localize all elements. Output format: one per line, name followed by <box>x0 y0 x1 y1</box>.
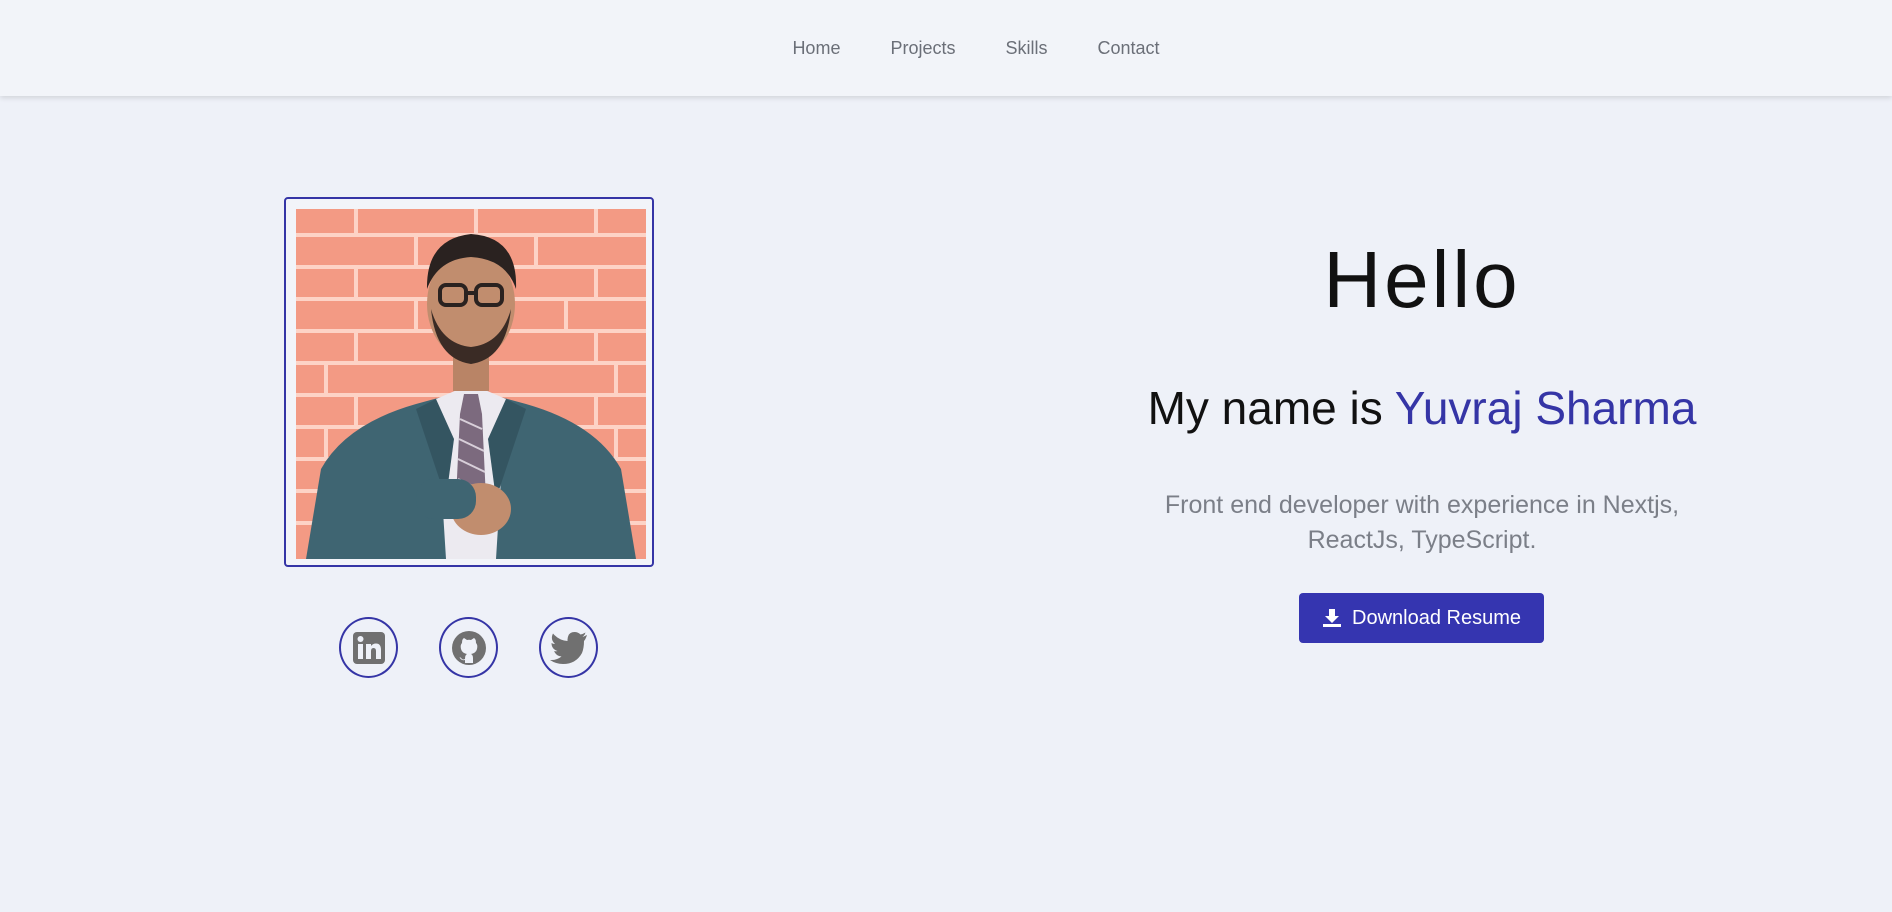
nav-contact[interactable]: Contact <box>1098 38 1160 59</box>
hero-description: Front end developer with experience in N… <box>1164 491 1680 554</box>
profile-photo <box>296 209 646 559</box>
social-links <box>339 617 598 678</box>
download-icon <box>1323 609 1341 627</box>
github-icon <box>451 630 486 665</box>
top-navbar: Home Projects Skills Contact <box>0 0 1892 96</box>
download-resume-button[interactable]: Download Resume <box>1299 593 1544 643</box>
twitter-icon <box>549 631 587 664</box>
greeting-heading: Hello <box>1323 235 1521 324</box>
linkedin-button[interactable] <box>339 617 398 678</box>
name-highlight: Yuvraj Sharma <box>1394 382 1697 434</box>
nav-home[interactable]: Home <box>792 38 840 59</box>
nav-projects[interactable]: Projects <box>890 38 955 59</box>
name-prefix: My name is <box>1147 382 1383 434</box>
hero-section: Hello My name is Yuvraj Sharma Front end… <box>1062 220 1782 558</box>
twitter-button[interactable] <box>539 617 598 678</box>
name-heading: My name is Yuvraj Sharma <box>1062 380 1782 436</box>
profile-photo-frame <box>284 197 654 567</box>
download-resume-label: Download Resume <box>1352 606 1521 629</box>
nav-skills[interactable]: Skills <box>1005 38 1047 59</box>
nav-links: Home Projects Skills Contact <box>792 38 1159 59</box>
linkedin-icon <box>352 631 385 664</box>
github-button[interactable] <box>439 617 498 678</box>
portrait-illustration <box>296 209 646 559</box>
